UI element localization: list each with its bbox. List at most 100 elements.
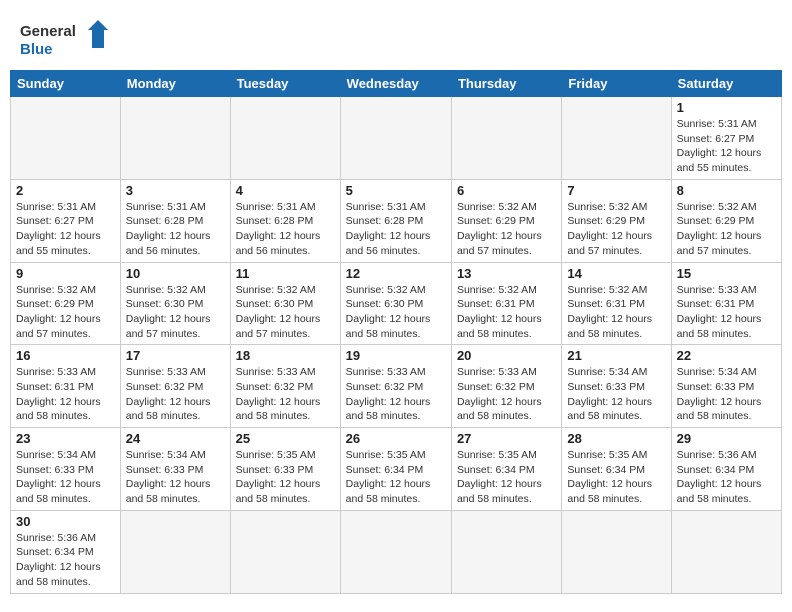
weekday-header-tuesday: Tuesday xyxy=(230,71,340,97)
calendar-week-1: 1Sunrise: 5:31 AMSunset: 6:27 PMDaylight… xyxy=(11,97,782,180)
logo-svg: General Blue xyxy=(20,18,110,60)
calendar-cell: 22 Sunrise: 5:34 AMSunset: 6:33 PMDayligh… xyxy=(671,345,781,428)
cell-sun-info: Sunrise: 5:36 AMSunset: 6:34 PMDaylight:… xyxy=(16,531,115,590)
cell-sun-info: Sunrise: 5:32 AMSunset: 6:29 PMDaylight:… xyxy=(567,200,665,259)
day-number: 20 xyxy=(457,348,556,363)
cell-sun-info: Sunrise: 5:33 AMSunset: 6:32 PMDaylight:… xyxy=(346,365,446,424)
calendar-cell xyxy=(671,510,781,593)
day-number: 25 xyxy=(236,431,335,446)
cell-sun-info: Sunrise: 5:34 AMSunset: 6:33 PMDaylight:… xyxy=(16,448,115,507)
cell-sun-info: Sunrise: 5:32 AMSunset: 6:31 PMDaylight:… xyxy=(567,283,665,342)
calendar-cell: 29 Sunrise: 5:36 AMSunset: 6:34 PMDayligh… xyxy=(671,428,781,511)
day-number: 18 xyxy=(236,348,335,363)
cell-sun-info: Sunrise: 5:32 AMSunset: 6:30 PMDaylight:… xyxy=(346,283,446,342)
day-number: 10 xyxy=(126,266,225,281)
calendar-cell xyxy=(340,97,451,180)
calendar-cell: 30 Sunrise: 5:36 AMSunset: 6:34 PMDayligh… xyxy=(11,510,121,593)
calendar-cell xyxy=(230,510,340,593)
calendar-cell: 3 Sunrise: 5:31 AMSunset: 6:28 PMDaylight… xyxy=(120,179,230,262)
cell-sun-info: Sunrise: 5:31 AMSunset: 6:28 PMDaylight:… xyxy=(236,200,335,259)
day-number: 28 xyxy=(567,431,665,446)
weekday-header-thursday: Thursday xyxy=(451,71,561,97)
cell-sun-info: Sunrise: 5:33 AMSunset: 6:32 PMDaylight:… xyxy=(126,365,225,424)
day-number: 19 xyxy=(346,348,446,363)
day-number: 9 xyxy=(16,266,115,281)
calendar-cell xyxy=(340,510,451,593)
calendar-cell: 12 Sunrise: 5:32 AMSunset: 6:30 PMDayligh… xyxy=(340,262,451,345)
day-number: 7 xyxy=(567,183,665,198)
day-number: 23 xyxy=(16,431,115,446)
cell-sun-info: Sunrise: 5:31 AMSunset: 6:28 PMDaylight:… xyxy=(126,200,225,259)
cell-sun-info: Sunrise: 5:32 AMSunset: 6:31 PMDaylight:… xyxy=(457,283,556,342)
calendar-cell xyxy=(451,510,561,593)
cell-sun-info: Sunrise: 5:31 AMSunset: 6:28 PMDaylight:… xyxy=(346,200,446,259)
cell-sun-info: Sunrise: 5:33 AMSunset: 6:32 PMDaylight:… xyxy=(457,365,556,424)
calendar-week-4: 16Sunrise: 5:33 AMSunset: 6:31 PMDayligh… xyxy=(11,345,782,428)
weekday-header-monday: Monday xyxy=(120,71,230,97)
calendar-cell: 9 Sunrise: 5:32 AMSunset: 6:29 PMDaylight… xyxy=(11,262,121,345)
day-number: 13 xyxy=(457,266,556,281)
day-number: 26 xyxy=(346,431,446,446)
weekday-header-sunday: Sunday xyxy=(11,71,121,97)
cell-sun-info: Sunrise: 5:34 AMSunset: 6:33 PMDaylight:… xyxy=(677,365,776,424)
calendar-week-6: 30 Sunrise: 5:36 AMSunset: 6:34 PMDayligh… xyxy=(11,510,782,593)
calendar-cell: 2Sunrise: 5:31 AMSunset: 6:27 PMDaylight… xyxy=(11,179,121,262)
day-number: 12 xyxy=(346,266,446,281)
calendar-cell: 25Sunrise: 5:35 AMSunset: 6:33 PMDayligh… xyxy=(230,428,340,511)
day-number: 17 xyxy=(126,348,225,363)
weekday-header-saturday: Saturday xyxy=(671,71,781,97)
calendar-cell: 21 Sunrise: 5:34 AMSunset: 6:33 PMDayligh… xyxy=(562,345,671,428)
calendar-cell: 27 Sunrise: 5:35 AMSunset: 6:34 PMDayligh… xyxy=(451,428,561,511)
cell-sun-info: Sunrise: 5:33 AMSunset: 6:32 PMDaylight:… xyxy=(236,365,335,424)
calendar-cell: 5 Sunrise: 5:31 AMSunset: 6:28 PMDaylight… xyxy=(340,179,451,262)
logo: General Blue xyxy=(20,18,110,60)
calendar-cell: 6Sunrise: 5:32 AMSunset: 6:29 PMDaylight… xyxy=(451,179,561,262)
page-header: General Blue xyxy=(10,10,782,64)
calendar-cell xyxy=(562,97,671,180)
calendar-cell xyxy=(562,510,671,593)
day-number: 29 xyxy=(677,431,776,446)
cell-sun-info: Sunrise: 5:32 AMSunset: 6:29 PMDaylight:… xyxy=(16,283,115,342)
calendar-cell: 23 Sunrise: 5:34 AMSunset: 6:33 PMDayligh… xyxy=(11,428,121,511)
day-number: 2 xyxy=(16,183,115,198)
day-number: 15 xyxy=(677,266,776,281)
calendar-cell: 16Sunrise: 5:33 AMSunset: 6:31 PMDayligh… xyxy=(11,345,121,428)
day-number: 14 xyxy=(567,266,665,281)
cell-sun-info: Sunrise: 5:35 AMSunset: 6:34 PMDaylight:… xyxy=(457,448,556,507)
calendar-cell: 28 Sunrise: 5:35 AMSunset: 6:34 PMDayligh… xyxy=(562,428,671,511)
calendar-cell xyxy=(11,97,121,180)
calendar-cell xyxy=(451,97,561,180)
day-number: 27 xyxy=(457,431,556,446)
calendar-week-2: 2Sunrise: 5:31 AMSunset: 6:27 PMDaylight… xyxy=(11,179,782,262)
calendar-cell xyxy=(230,97,340,180)
calendar-cell xyxy=(120,97,230,180)
day-number: 22 xyxy=(677,348,776,363)
cell-sun-info: Sunrise: 5:35 AMSunset: 6:34 PMDaylight:… xyxy=(346,448,446,507)
calendar-week-3: 9 Sunrise: 5:32 AMSunset: 6:29 PMDaylight… xyxy=(11,262,782,345)
calendar-cell: 7 Sunrise: 5:32 AMSunset: 6:29 PMDaylight… xyxy=(562,179,671,262)
calendar-cell: 15 Sunrise: 5:33 AMSunset: 6:31 PMDayligh… xyxy=(671,262,781,345)
cell-sun-info: Sunrise: 5:36 AMSunset: 6:34 PMDaylight:… xyxy=(677,448,776,507)
cell-sun-info: Sunrise: 5:32 AMSunset: 6:30 PMDaylight:… xyxy=(126,283,225,342)
calendar-cell: 14 Sunrise: 5:32 AMSunset: 6:31 PMDayligh… xyxy=(562,262,671,345)
day-number: 3 xyxy=(126,183,225,198)
calendar-cell: 20 Sunrise: 5:33 AMSunset: 6:32 PMDayligh… xyxy=(451,345,561,428)
calendar-cell: 18 Sunrise: 5:33 AMSunset: 6:32 PMDayligh… xyxy=(230,345,340,428)
day-number: 30 xyxy=(16,514,115,529)
cell-sun-info: Sunrise: 5:35 AMSunset: 6:34 PMDaylight:… xyxy=(567,448,665,507)
day-number: 5 xyxy=(346,183,446,198)
cell-sun-info: Sunrise: 5:33 AMSunset: 6:31 PMDaylight:… xyxy=(677,283,776,342)
calendar-cell: 10 Sunrise: 5:32 AMSunset: 6:30 PMDayligh… xyxy=(120,262,230,345)
day-number: 21 xyxy=(567,348,665,363)
weekday-header-wednesday: Wednesday xyxy=(340,71,451,97)
calendar-cell: 8Sunrise: 5:32 AMSunset: 6:29 PMDaylight… xyxy=(671,179,781,262)
calendar-cell xyxy=(120,510,230,593)
day-number: 4 xyxy=(236,183,335,198)
calendar-cell: 19 Sunrise: 5:33 AMSunset: 6:32 PMDayligh… xyxy=(340,345,451,428)
cell-sun-info: Sunrise: 5:34 AMSunset: 6:33 PMDaylight:… xyxy=(567,365,665,424)
calendar-week-5: 23 Sunrise: 5:34 AMSunset: 6:33 PMDayligh… xyxy=(11,428,782,511)
calendar-cell: 11Sunrise: 5:32 AMSunset: 6:30 PMDayligh… xyxy=(230,262,340,345)
weekday-header-friday: Friday xyxy=(562,71,671,97)
cell-sun-info: Sunrise: 5:32 AMSunset: 6:29 PMDaylight:… xyxy=(677,200,776,259)
cell-sun-info: Sunrise: 5:33 AMSunset: 6:31 PMDaylight:… xyxy=(16,365,115,424)
